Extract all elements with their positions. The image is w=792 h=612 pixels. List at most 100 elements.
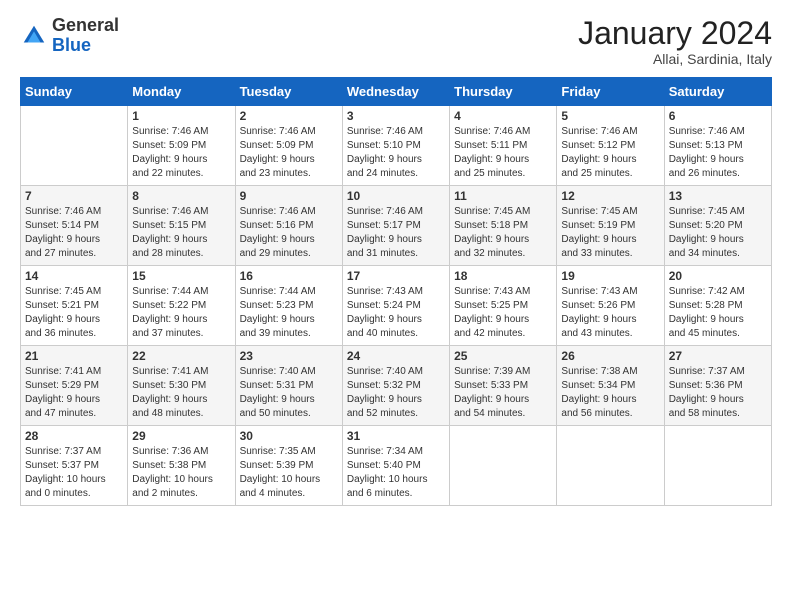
calendar-week-1: 1Sunrise: 7:46 AMSunset: 5:09 PMDaylight… [21, 106, 772, 186]
day-info: Sunrise: 7:46 AMSunset: 5:11 PMDaylight:… [454, 125, 552, 181]
day-info: Sunrise: 7:44 AMSunset: 5:23 PMDaylight:… [240, 285, 338, 341]
day-number: 26 [561, 349, 659, 363]
day-info: Sunrise: 7:40 AMSunset: 5:32 PMDaylight:… [347, 365, 445, 421]
day-number: 10 [347, 189, 445, 203]
calendar-cell: 13Sunrise: 7:45 AMSunset: 5:20 PMDayligh… [664, 186, 771, 266]
page: General Blue January 2024 Allai, Sardini… [0, 0, 792, 612]
calendar-cell [21, 106, 128, 186]
day-number: 28 [25, 429, 123, 443]
calendar-cell [664, 426, 771, 506]
subtitle: Allai, Sardinia, Italy [578, 51, 772, 67]
calendar-cell: 11 Sunrise: 7:45 AMSunset: 5:18 PMDayligh… [450, 186, 557, 266]
logo-icon [20, 22, 48, 50]
day-info: Sunrise: 7:46 AMSunset: 5:16 PMDaylight:… [240, 205, 338, 261]
day-info: Sunrise: 7:45 AMSunset: 5:21 PMDaylight:… [25, 285, 123, 341]
calendar-cell: 4Sunrise: 7:46 AMSunset: 5:11 PMDaylight… [450, 106, 557, 186]
calendar-week-3: 14Sunrise: 7:45 AMSunset: 5:21 PMDayligh… [21, 266, 772, 346]
day-info: Sunrise: 7:46 AMSunset: 5:17 PMDaylight:… [347, 205, 445, 261]
calendar-header: SundayMondayTuesdayWednesdayThursdayFrid… [21, 78, 772, 106]
day-number: 29 [132, 429, 230, 443]
header: General Blue January 2024 Allai, Sardini… [20, 16, 772, 67]
day-number: 13 [669, 189, 767, 203]
day-number: 22 [132, 349, 230, 363]
day-info: Sunrise: 7:45 AMSunset: 5:18 PMDaylight:… [454, 205, 552, 261]
logo-blue: Blue [52, 35, 91, 55]
day-info: Sunrise: 7:43 AMSunset: 5:25 PMDaylight:… [454, 285, 552, 341]
day-info: Sunrise: 7:38 AMSunset: 5:34 PMDaylight:… [561, 365, 659, 421]
title-block: January 2024 Allai, Sardinia, Italy [578, 16, 772, 67]
day-number: 20 [669, 269, 767, 283]
day-info: Sunrise: 7:43 AMSunset: 5:26 PMDaylight:… [561, 285, 659, 341]
day-number: 5 [561, 109, 659, 123]
header-cell-saturday: Saturday [664, 78, 771, 106]
calendar-cell: 21 Sunrise: 7:41 AMSunset: 5:29 PMDayligh… [21, 346, 128, 426]
logo: General Blue [20, 16, 119, 56]
day-number: 17 [347, 269, 445, 283]
header-row: SundayMondayTuesdayWednesdayThursdayFrid… [21, 78, 772, 106]
calendar-cell: 22Sunrise: 7:41 AMSunset: 5:30 PMDayligh… [128, 346, 235, 426]
calendar-week-4: 21 Sunrise: 7:41 AMSunset: 5:29 PMDayligh… [21, 346, 772, 426]
header-cell-thursday: Thursday [450, 78, 557, 106]
header-cell-friday: Friday [557, 78, 664, 106]
day-number: 15 [132, 269, 230, 283]
calendar-cell: 25Sunrise: 7:39 AMSunset: 5:33 PMDayligh… [450, 346, 557, 426]
day-number: 19 [561, 269, 659, 283]
calendar-cell: 24 Sunrise: 7:40 AMSunset: 5:32 PMDayligh… [342, 346, 449, 426]
calendar-cell: 17Sunrise: 7:43 AMSunset: 5:24 PMDayligh… [342, 266, 449, 346]
calendar-cell: 5Sunrise: 7:46 AMSunset: 5:12 PMDaylight… [557, 106, 664, 186]
day-info: Sunrise: 7:37 AMSunset: 5:36 PMDaylight:… [669, 365, 767, 421]
day-number: 2 [240, 109, 338, 123]
calendar-cell: 16 Sunrise: 7:44 AMSunset: 5:23 PMDayligh… [235, 266, 342, 346]
day-number: 16 [240, 269, 338, 283]
day-number: 24 [347, 349, 445, 363]
day-info: Sunrise: 7:44 AMSunset: 5:22 PMDaylight:… [132, 285, 230, 341]
day-number: 11 [454, 189, 552, 203]
day-info: Sunrise: 7:46 AMSunset: 5:09 PMDaylight:… [240, 125, 338, 181]
day-info: Sunrise: 7:37 AMSunset: 5:37 PMDaylight:… [25, 445, 123, 501]
calendar-cell: 18 Sunrise: 7:43 AMSunset: 5:25 PMDayligh… [450, 266, 557, 346]
calendar-cell: 12 Sunrise: 7:45 AMSunset: 5:19 PMDayligh… [557, 186, 664, 266]
logo-general: General [52, 15, 119, 35]
day-number: 18 [454, 269, 552, 283]
day-info: Sunrise: 7:36 AMSunset: 5:38 PMDaylight:… [132, 445, 230, 501]
day-number: 3 [347, 109, 445, 123]
calendar-cell: 31Sunrise: 7:34 AMSunset: 5:40 PMDayligh… [342, 426, 449, 506]
day-info: Sunrise: 7:46 AMSunset: 5:09 PMDaylight:… [132, 125, 230, 181]
calendar-cell: 19 Sunrise: 7:43 AMSunset: 5:26 PMDayligh… [557, 266, 664, 346]
calendar-cell: 3 Sunrise: 7:46 AMSunset: 5:10 PMDaylight… [342, 106, 449, 186]
calendar-cell: 2 Sunrise: 7:46 AMSunset: 5:09 PMDaylight… [235, 106, 342, 186]
day-info: Sunrise: 7:46 AMSunset: 5:13 PMDaylight:… [669, 125, 767, 181]
calendar-cell: 15 Sunrise: 7:44 AMSunset: 5:22 PMDayligh… [128, 266, 235, 346]
calendar-cell: 28 Sunrise: 7:37 AMSunset: 5:37 PMDayligh… [21, 426, 128, 506]
day-number: 8 [132, 189, 230, 203]
calendar-week-2: 7 Sunrise: 7:46 AMSunset: 5:14 PMDaylight… [21, 186, 772, 266]
day-number: 27 [669, 349, 767, 363]
calendar-cell: 29 Sunrise: 7:36 AMSunset: 5:38 PMDayligh… [128, 426, 235, 506]
calendar-table: SundayMondayTuesdayWednesdayThursdayFrid… [20, 77, 772, 506]
logo-text: General Blue [52, 16, 119, 56]
day-number: 7 [25, 189, 123, 203]
calendar-cell: 1Sunrise: 7:46 AMSunset: 5:09 PMDaylight… [128, 106, 235, 186]
calendar-cell: 9 Sunrise: 7:46 AMSunset: 5:16 PMDaylight… [235, 186, 342, 266]
calendar-cell: 23Sunrise: 7:40 AMSunset: 5:31 PMDayligh… [235, 346, 342, 426]
day-info: Sunrise: 7:34 AMSunset: 5:40 PMDaylight:… [347, 445, 445, 501]
day-info: Sunrise: 7:35 AMSunset: 5:39 PMDaylight:… [240, 445, 338, 501]
header-cell-wednesday: Wednesday [342, 78, 449, 106]
header-cell-monday: Monday [128, 78, 235, 106]
day-number: 21 [25, 349, 123, 363]
calendar-cell: 10 Sunrise: 7:46 AMSunset: 5:17 PMDayligh… [342, 186, 449, 266]
calendar-cell: 7 Sunrise: 7:46 AMSunset: 5:14 PMDaylight… [21, 186, 128, 266]
day-info: Sunrise: 7:46 AMSunset: 5:15 PMDaylight:… [132, 205, 230, 261]
day-info: Sunrise: 7:41 AMSunset: 5:29 PMDaylight:… [25, 365, 123, 421]
day-info: Sunrise: 7:45 AMSunset: 5:19 PMDaylight:… [561, 205, 659, 261]
calendar-cell [557, 426, 664, 506]
day-number: 30 [240, 429, 338, 443]
calendar-cell: 14Sunrise: 7:45 AMSunset: 5:21 PMDayligh… [21, 266, 128, 346]
day-number: 25 [454, 349, 552, 363]
day-info: Sunrise: 7:46 AMSunset: 5:10 PMDaylight:… [347, 125, 445, 181]
day-info: Sunrise: 7:40 AMSunset: 5:31 PMDaylight:… [240, 365, 338, 421]
day-info: Sunrise: 7:46 AMSunset: 5:14 PMDaylight:… [25, 205, 123, 261]
calendar-week-5: 28 Sunrise: 7:37 AMSunset: 5:37 PMDayligh… [21, 426, 772, 506]
day-number: 12 [561, 189, 659, 203]
day-number: 9 [240, 189, 338, 203]
